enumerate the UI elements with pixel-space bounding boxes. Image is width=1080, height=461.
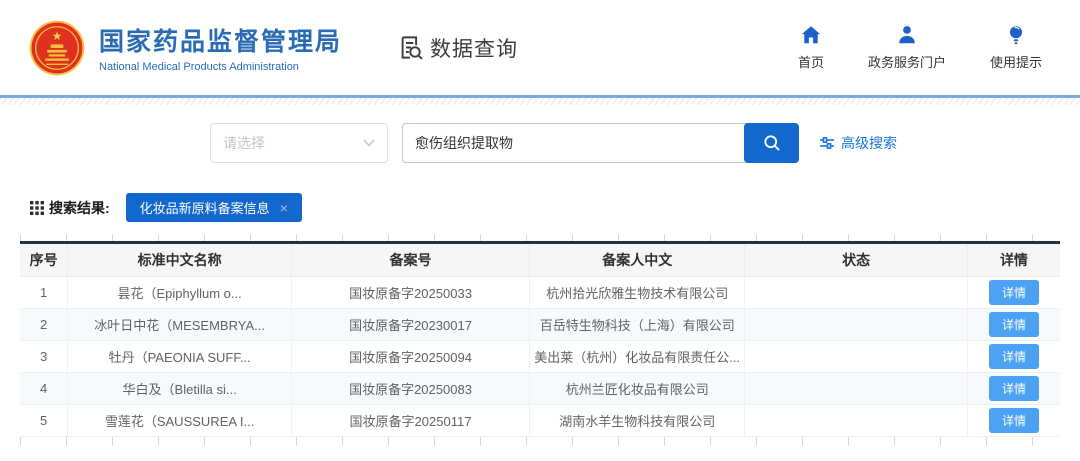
results-bar: 搜索结果: 化妆品新原料备案信息 × <box>0 193 1080 222</box>
national-emblem-icon: ★ <box>29 20 85 75</box>
cell-no: 2 <box>20 308 69 341</box>
results-label: 搜索结果: <box>30 198 110 218</box>
cell-name: 牡丹（PAEONIA SUFF... <box>67 340 292 373</box>
app-title-label: 数据查询 <box>430 37 519 61</box>
nav-label-gov-portal: 政务服务门户 <box>867 55 946 70</box>
sliders-icon <box>820 136 834 150</box>
cell-name: 冰叶日中花（MESEMBRYA... <box>67 308 292 341</box>
results-table: 序号 标准中文名称 备案号 备案人中文 状态 详情 1 昙花（Epiphyllu… <box>20 241 1060 437</box>
select-placeholder: 请选择 <box>223 135 265 151</box>
org-name-en: National Medical Products Administration <box>99 61 299 73</box>
top-navigation: 首页 政务服务门户 使用提示 <box>798 24 1042 71</box>
header: ★ 国家药品监督管理局 National Medical Products Ad… <box>0 0 1080 95</box>
col-header-registrant: 备案人中文 <box>529 242 746 277</box>
cell-no: 3 <box>20 340 69 373</box>
nav-item-gov-portal[interactable]: 政务服务门户 <box>868 24 946 71</box>
cell-reg-no: 国妆原备字20230017 <box>291 308 531 341</box>
cell-status <box>744 340 968 373</box>
result-filter-tag[interactable]: 化妆品新原料备案信息 × <box>125 193 302 222</box>
detail-button[interactable]: 详情 <box>988 376 1039 401</box>
detail-button[interactable]: 详情 <box>988 408 1039 433</box>
cell-status <box>744 404 968 437</box>
detail-button[interactable]: 详情 <box>988 280 1039 305</box>
cell-registrant: 杭州拾光欣雅生物技术有限公司 <box>529 276 746 309</box>
cell-registrant: 杭州兰匠化妆品有限公司 <box>529 372 746 405</box>
cell-reg-no: 国妆原备字20250083 <box>291 372 531 405</box>
cell-no: 5 <box>20 404 69 437</box>
detail-button[interactable]: 详情 <box>988 344 1039 369</box>
cell-reg-no: 国妆原备字20250033 <box>291 276 531 309</box>
cell-no: 4 <box>20 372 69 405</box>
col-header-no: 序号 <box>20 242 69 277</box>
cell-status <box>744 372 968 405</box>
nmpa-logo[interactable]: ★ 国家药品监督管理局 National Medical Products Ad… <box>28 19 342 77</box>
nav-item-home[interactable]: 首页 <box>798 24 824 71</box>
cell-registrant: 美出莱（杭州）化妆品有限责任公... <box>529 340 746 373</box>
nav-label-home: 首页 <box>797 55 824 70</box>
cell-reg-no: 国妆原备字20250094 <box>291 340 531 373</box>
col-header-reg-no: 备案号 <box>291 242 531 277</box>
svg-text:★: ★ <box>52 29 63 42</box>
cell-reg-no: 国妆原备字20250117 <box>291 404 531 437</box>
detail-button[interactable]: 详情 <box>988 312 1039 337</box>
table-row: 2 冰叶日中花（MESEMBRYA... 国妆原备字20230017 百岳特生物… <box>20 308 1060 341</box>
cell-name: 雪莲花（SAUSSUREA I... <box>67 404 292 437</box>
cell-status <box>744 308 968 341</box>
advanced-search-label: 高级搜索 <box>841 135 897 151</box>
search-button[interactable] <box>744 123 799 163</box>
data-query-title: 数据查询 <box>397 33 518 63</box>
cell-registrant: 百岳特生物科技（上海）有限公司 <box>529 308 746 341</box>
org-name-cn: 国家药品监督管理局 <box>99 28 343 56</box>
search-input[interactable] <box>402 123 747 163</box>
cell-name: 华白及（Bletilla si... <box>67 372 292 405</box>
chevron-down-icon <box>363 139 375 147</box>
table-bottom-ticks <box>20 437 1060 446</box>
search-section: 请选择 高级搜索 <box>0 123 1080 163</box>
col-header-name: 标准中文名称 <box>67 242 292 277</box>
table-row: 1 昙花（Epiphyllum o... 国妆原备字20250033 杭州拾光欣… <box>20 276 1060 309</box>
header-divider <box>0 95 1080 105</box>
home-icon <box>801 26 821 44</box>
table-top-ticks <box>20 234 1060 241</box>
cell-no: 1 <box>20 276 69 309</box>
grid-icon <box>30 200 44 215</box>
advanced-search-link[interactable]: 高级搜索 <box>819 133 897 153</box>
close-icon[interactable]: × <box>280 200 288 216</box>
category-select[interactable]: 请选择 <box>210 123 388 163</box>
tag-label: 化妆品新原料备案信息 <box>139 201 270 216</box>
table-header-row: 序号 标准中文名称 备案号 备案人中文 状态 详情 <box>20 242 1060 277</box>
bulb-icon <box>1009 26 1023 44</box>
results-table-section: 序号 标准中文名称 备案号 备案人中文 状态 详情 1 昙花（Epiphyllu… <box>20 234 1060 446</box>
nav-item-tips[interactable]: 使用提示 <box>990 24 1042 71</box>
brand-text: 国家药品监督管理局 National Medical Products Admi… <box>99 22 342 73</box>
nmpa-data-query-page: ★ 国家药品监督管理局 National Medical Products Ad… <box>0 0 1080 461</box>
cell-status <box>744 276 968 309</box>
cell-registrant: 湖南水羊生物科技有限公司 <box>529 404 746 437</box>
table-row: 4 华白及（Bletilla si... 国妆原备字20250083 杭州兰匠化… <box>20 372 1060 405</box>
user-icon <box>899 26 915 44</box>
nav-label-tips: 使用提示 <box>989 55 1042 70</box>
table-row: 3 牡丹（PAEONIA SUFF... 国妆原备字20250094 美出莱（杭… <box>20 340 1060 373</box>
col-header-status: 状态 <box>744 242 968 277</box>
col-header-detail: 详情 <box>967 242 1060 277</box>
search-icon <box>763 135 780 151</box>
doc-search-icon <box>401 36 423 60</box>
table-row: 5 雪莲花（SAUSSUREA I... 国妆原备字20250117 湖南水羊生… <box>20 404 1060 437</box>
cell-name: 昙花（Epiphyllum o... <box>67 276 292 309</box>
search-input-group <box>402 123 799 163</box>
